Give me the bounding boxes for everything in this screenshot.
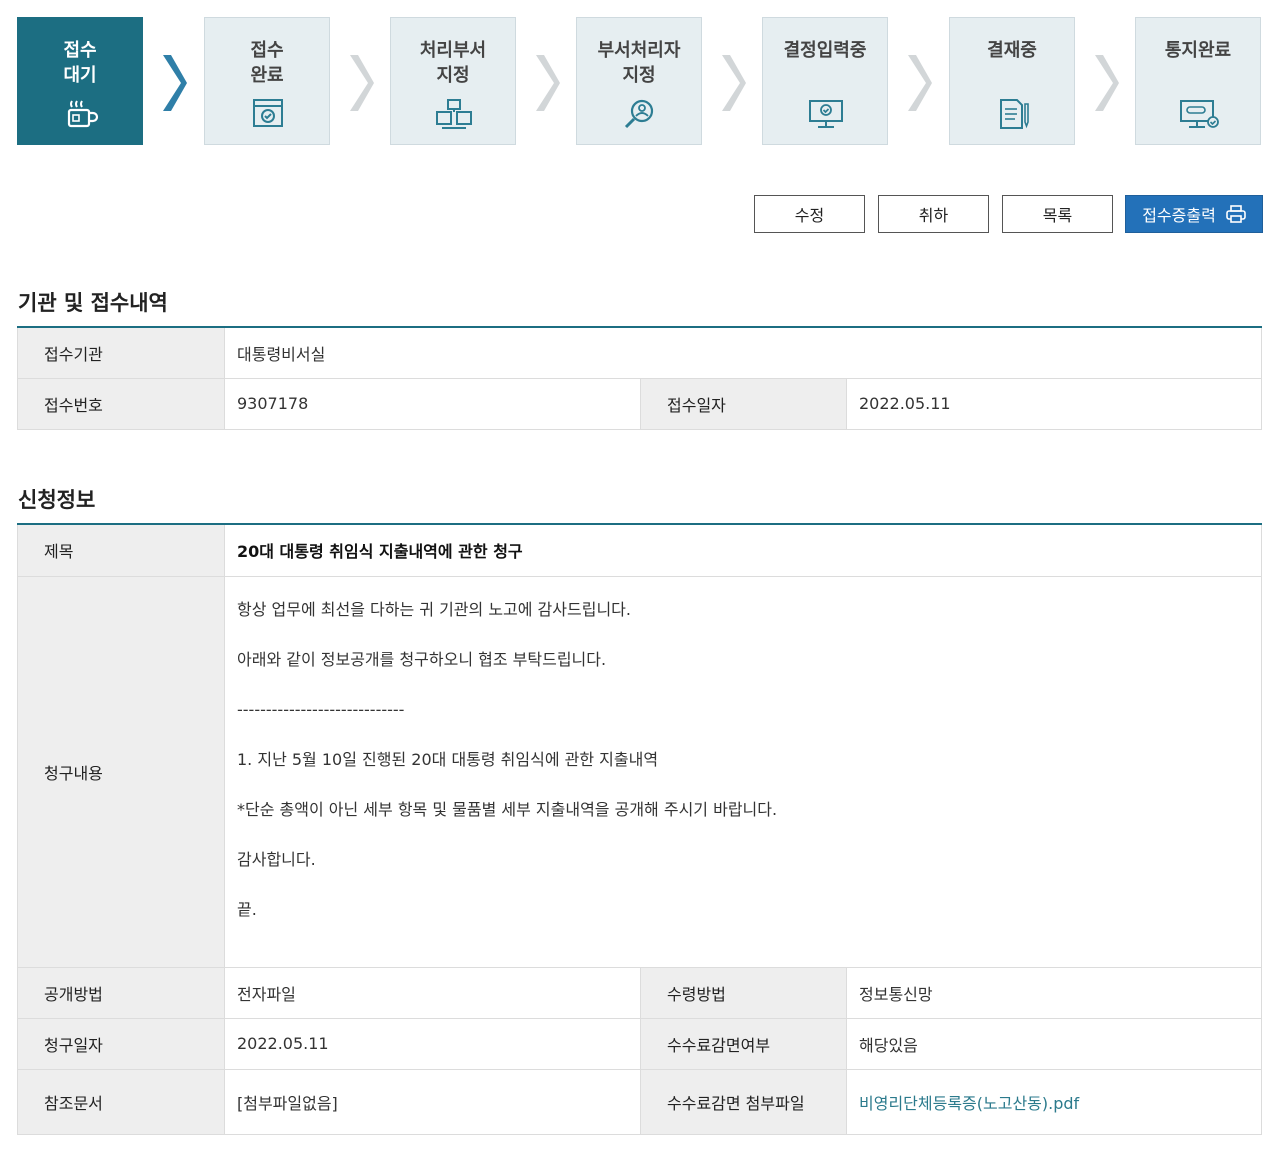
receipt-number-value: 9307178: [224, 378, 641, 430]
table-row: 공개방법 전자파일 수령방법 정보통신망: [17, 967, 1262, 1019]
withdraw-button[interactable]: 취하: [878, 195, 989, 233]
document-pen-icon: [1000, 99, 1029, 129]
chevron-right-icon: [350, 55, 374, 111]
step-label: 결재중: [987, 40, 1037, 61]
fee-file-label: 수수료감면 첨부파일: [640, 1069, 847, 1135]
monitor-notice-icon: [1180, 100, 1219, 128]
content-label: 청구내용: [17, 576, 225, 968]
section-title-request: 신청정보: [18, 488, 96, 512]
step-label: 통지완료: [1164, 40, 1232, 61]
request-date-label: 청구일자: [17, 1018, 225, 1070]
print-receipt-button[interactable]: 접수증출력: [1125, 195, 1263, 233]
content-line: 끝.: [237, 899, 257, 919]
step-receipt-waiting: 접수 대기: [17, 17, 143, 145]
list-button[interactable]: 목록: [1002, 195, 1113, 233]
agency-receipt-table: 접수기관 대통령비서실 접수번호 9307178 접수일자 2022.05.11: [17, 326, 1262, 430]
step-label: 처리부서 지정: [419, 40, 487, 86]
step-decision-entry: 결정입력중: [762, 17, 888, 145]
content-line: 아래와 같이 정보공개를 청구하오니 협조 부탁드립니다.: [237, 649, 607, 669]
step-label: 접수 완료: [250, 40, 284, 86]
fee-reduction-label: 수수료감면여부: [640, 1018, 847, 1070]
disclosure-method-label: 공개방법: [17, 967, 225, 1019]
table-row: 청구일자 2022.05.11 수수료감면여부 해당있음: [17, 1018, 1262, 1070]
content-body: 항상 업무에 최선을 다하는 귀 기관의 노고에 감사드립니다. 아래와 같이 …: [224, 576, 1262, 968]
browser-check-icon: [253, 99, 283, 127]
receipt-number-label: 접수번호: [17, 378, 225, 430]
chevron-right-icon: [536, 55, 560, 111]
fee-reduction-value: 해당있음: [846, 1018, 1262, 1070]
chevron-right-icon: [1095, 55, 1119, 111]
content-line: 1. 지난 5월 10일 진행된 20대 대통령 취임식에 관한 지출내역: [237, 749, 659, 769]
table-row: 접수기관 대통령비서실: [17, 327, 1262, 379]
step-label: 부서처리자 지정: [597, 40, 681, 86]
person-search-icon: [624, 99, 654, 129]
step-handler-assigned: 부서처리자 지정: [576, 17, 702, 145]
chevron-right-icon: [722, 55, 746, 111]
fee-file-link[interactable]: 비영리단체등록증(노고산동).pdf: [859, 1094, 1079, 1113]
table-row: 접수번호 9307178 접수일자 2022.05.11: [17, 378, 1262, 430]
request-date-value: 2022.05.11: [224, 1018, 641, 1070]
step-notification-complete: 통지완료: [1135, 17, 1261, 145]
receipt-date-label: 접수일자: [640, 378, 847, 430]
disclosure-method-value: 전자파일: [224, 967, 641, 1019]
edit-button[interactable]: 수정: [754, 195, 865, 233]
agency-label: 접수기관: [17, 327, 225, 379]
content-divider: -----------------------------: [237, 699, 405, 719]
table-row: 제목 20대 대통령 취임식 지출내역에 관한 청구: [17, 524, 1262, 577]
agency-value: 대통령비서실: [224, 327, 1262, 379]
reference-document-value: [첨부파일없음]: [224, 1069, 641, 1135]
progress-steps: 접수 대기 접수 완료 처리부서 지정 부서처리자 지정 결정입력중 결재중 통…: [17, 17, 1262, 145]
step-receipt-complete: 접수 완료: [204, 17, 330, 145]
step-label: 접수 대기: [63, 40, 97, 86]
step-label: 결정입력중: [783, 40, 867, 61]
chevron-right-icon: [163, 55, 187, 111]
monitor-check-icon: [809, 100, 843, 128]
fee-file-cell: 비영리단체등록증(노고산동).pdf: [846, 1069, 1262, 1135]
table-row: 참조문서 [첨부파일없음] 수수료감면 첨부파일 비영리단체등록증(노고산동).…: [17, 1069, 1262, 1135]
receive-method-value: 정보통신망: [846, 967, 1262, 1019]
request-info-table: 제목 20대 대통령 취임식 지출내역에 관한 청구 청구내용 항상 업무에 최…: [17, 523, 1262, 1135]
printer-icon: [1225, 205, 1246, 223]
content-line: 항상 업무에 최선을 다하는 귀 기관의 노고에 감사드립니다.: [237, 599, 631, 619]
subject-value: 20대 대통령 취임식 지출내역에 관한 청구: [224, 524, 1262, 577]
coffee-cup-icon: [67, 100, 99, 128]
department-icon: [436, 99, 472, 129]
step-department-assigned: 처리부서 지정: [390, 17, 516, 145]
table-row: 청구내용 항상 업무에 최선을 다하는 귀 기관의 노고에 감사드립니다. 아래…: [17, 576, 1262, 968]
receive-method-label: 수령방법: [640, 967, 847, 1019]
chevron-right-icon: [908, 55, 932, 111]
subject-label: 제목: [17, 524, 225, 577]
content-line: 감사합니다.: [237, 849, 316, 869]
reference-document-label: 참조문서: [17, 1069, 225, 1135]
content-line: *단순 총액이 아닌 세부 항목 및 물품별 세부 지출내역을 공개해 주시기 …: [237, 799, 778, 819]
receipt-date-value: 2022.05.11: [846, 378, 1262, 430]
step-approval: 결재중: [949, 17, 1075, 145]
print-receipt-label: 접수증출력: [1142, 206, 1216, 225]
section-title-agency: 기관 및 접수내역: [18, 291, 168, 315]
